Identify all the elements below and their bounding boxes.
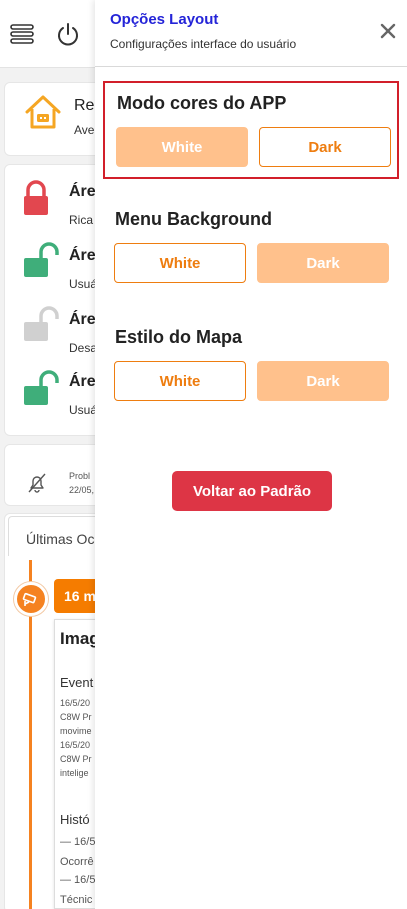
notification-line-2: 22/05, — [69, 485, 95, 495]
event-line: C8W Pr — [60, 754, 92, 764]
history-line: Técnic — [60, 894, 93, 906]
unlock-icon — [21, 241, 61, 286]
drawer-subtitle: Configurações interface do usuário — [110, 37, 297, 51]
area-title: Áre — [69, 247, 96, 264]
area-title: Áre — [69, 311, 96, 328]
history-line: Ocorrê — [60, 856, 94, 868]
section-app-color-mode: Modo cores do APP White Dark — [103, 81, 399, 179]
drawer-title: Opções Layout — [110, 11, 219, 28]
unlock-icon — [21, 305, 61, 350]
app-color-dark-button[interactable]: Dark — [259, 127, 391, 167]
bell-off-icon — [25, 471, 49, 500]
close-icon[interactable] — [377, 20, 399, 42]
event-line: 16/5/20 — [60, 740, 91, 750]
area-subtitle: Rica — [69, 213, 94, 227]
event-line: intelige — [60, 768, 89, 778]
area-subtitle: Usuá — [69, 277, 98, 291]
cctv-camera-icon — [21, 589, 41, 614]
unlock-icon — [21, 369, 61, 414]
area-title: Áre — [69, 183, 96, 200]
menu-icon[interactable] — [8, 20, 36, 48]
notification-line-1: Probl — [69, 471, 91, 481]
section-label: Menu Background — [115, 209, 273, 229]
history-heading: Histó — [60, 812, 90, 827]
tab-label: Últimas Oc — [26, 531, 95, 547]
event-line: 16/5/20 — [60, 698, 91, 708]
section-menu-background: Menu Background White Dark — [103, 199, 399, 297]
reset-default-button[interactable]: Voltar ao Padrão — [172, 471, 332, 511]
area-subtitle: Desa — [69, 341, 98, 355]
event-heading: Event — [60, 675, 94, 690]
app-color-white-button[interactable]: White — [116, 127, 248, 167]
power-icon[interactable] — [54, 20, 82, 48]
map-style-white-button[interactable]: White — [114, 361, 246, 401]
badge-text: 16 m — [64, 588, 96, 604]
timeline-dot — [14, 582, 48, 616]
home-subtitle: Ave — [74, 123, 95, 137]
app-root: Res Ave Áre Rica Áre Usuá Áre Desa Áre U… — [0, 0, 407, 909]
history-line: — 16/5 — [60, 836, 96, 848]
menu-background-dark-button[interactable]: Dark — [257, 243, 389, 283]
section-map-style: Estilo do Mapa White Dark — [103, 317, 399, 415]
event-line: C8W Pr — [60, 712, 92, 722]
lock-icon — [21, 179, 51, 224]
tab-ultimas-ocorrencias[interactable]: Últimas Oc — [8, 516, 108, 556]
layout-options-drawer: Opções Layout Configurações interface do… — [95, 0, 407, 909]
section-label: Modo cores do APP — [117, 93, 287, 113]
history-line: — 16/5 — [60, 874, 96, 886]
menu-background-white-button[interactable]: White — [114, 243, 246, 283]
home-icon — [23, 92, 63, 137]
header-divider — [95, 66, 407, 67]
event-line: movime — [60, 726, 92, 736]
map-style-dark-button[interactable]: Dark — [257, 361, 389, 401]
area-title: Áre — [69, 373, 96, 390]
section-label: Estilo do Mapa — [115, 327, 243, 347]
area-subtitle: Usuá — [69, 403, 98, 417]
panel-title: Imag — [60, 629, 100, 648]
